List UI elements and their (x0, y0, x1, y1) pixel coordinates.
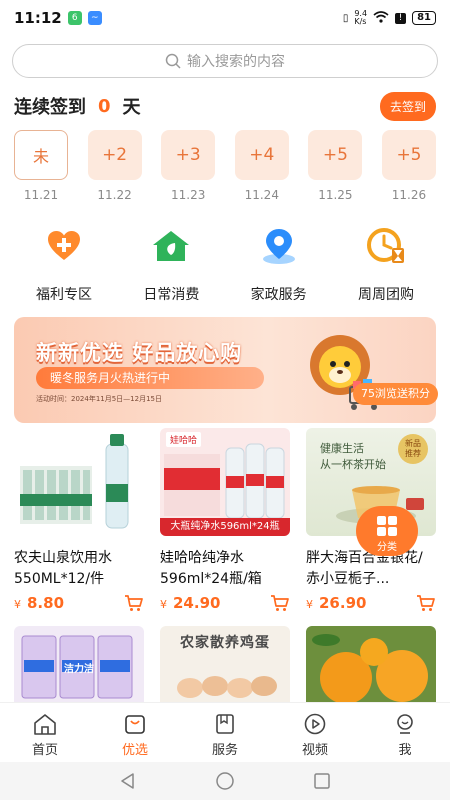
calendar-day-date: 11.22 (97, 188, 132, 202)
banner-headline: 新新优选 好品放心购 (36, 341, 243, 365)
tab-label: 我 (398, 743, 412, 758)
product-card[interactable]: 娃哈哈 大瓶纯净水596ml*24瓶 娃哈哈纯净水596ml*24瓶/箱 ¥24… (160, 428, 290, 612)
product-card[interactable]: 洁力洁 (14, 626, 144, 702)
app-notification-icon: ~ (87, 11, 102, 25)
play-icon (304, 713, 326, 735)
calendar-day-date: 11.23 (171, 188, 206, 202)
calendar-day-value: +4 (234, 130, 289, 180)
grid-icon (377, 516, 397, 536)
product-image: 农家散养鸡蛋 (160, 626, 290, 702)
calendar-day[interactable]: +4 11.24 (234, 130, 289, 202)
product-grid-row-2: 洁力洁 农家散养鸡蛋 (14, 626, 436, 702)
category-welfare[interactable]: 福利专区 (14, 226, 114, 304)
calendar-day-value: +5 (381, 130, 436, 180)
calendar-day-value: +2 (87, 130, 142, 180)
calendar-day[interactable]: +5 11.25 (308, 130, 363, 202)
calendar-day-date: 11.25 (318, 188, 353, 202)
category-label: 福利专区 (36, 287, 92, 303)
house-leaf-icon (153, 231, 190, 261)
checkin-calendar: 未 11.21 +2 11.22 +3 11.23 +4 11.24 +5 11… (14, 130, 436, 202)
category-label: 周周团购 (357, 287, 414, 303)
checkin-days: 0 (98, 95, 111, 117)
person-icon (397, 714, 413, 734)
promo-banner[interactable]: 新新优选 好品放心购 暖冬服务月火热进行中 活动时间：2024年11月5日—12… (14, 317, 436, 423)
product-card[interactable]: 农家散养鸡蛋 (160, 626, 290, 702)
calendar-day[interactable]: +3 11.23 (161, 130, 216, 202)
calendar-day[interactable]: +5 11.26 (381, 130, 436, 202)
checkin-label: 连续签到 (14, 97, 86, 118)
recents-icon[interactable] (313, 772, 331, 790)
calendar-day-value: +3 (161, 130, 216, 180)
product-image (14, 428, 144, 536)
fab-label: 分类 (377, 542, 397, 553)
tab-me[interactable]: 我 (370, 703, 440, 762)
net-speed: 9.4 K/s (354, 9, 368, 26)
tab-label: 服务 (211, 743, 238, 758)
cart-icon[interactable] (124, 594, 144, 612)
tab-featured[interactable]: 优选 (100, 703, 170, 762)
tab-video[interactable]: 视频 (280, 703, 350, 762)
calendar-day-date: 11.24 (244, 188, 279, 202)
product-price: ¥8.80 (14, 594, 65, 612)
calendar-day[interactable]: 未 11.21 (14, 130, 68, 202)
product-card[interactable]: 农夫山泉饮用水550ML*12/件 ¥8.80 (14, 428, 144, 612)
product-title: 娃哈哈纯净水596ml*24瓶/箱 (160, 550, 262, 587)
heart-plus-icon (48, 231, 80, 260)
category-daily[interactable]: 日常消费 (121, 226, 221, 304)
checkin-unit: 天 (122, 97, 141, 118)
tab-home[interactable]: 首页 (10, 703, 80, 762)
calendar-day-date: 11.26 (391, 188, 427, 202)
product-image-caption: 大瓶纯净水596ml*24瓶 (160, 518, 290, 536)
clock-hourglass-icon (366, 228, 404, 263)
calendar-day[interactable]: +2 11.22 (87, 130, 142, 202)
battery-indicator: 81 (412, 11, 436, 25)
category-fab-button[interactable]: 分类 (356, 506, 418, 556)
banner-subtext: 活动时间：2024年11月5日—12月15日 (36, 395, 162, 403)
vibrate-icon: ▯ (342, 12, 349, 24)
product-image-caption: 洁力洁 (64, 664, 94, 675)
bag-icon (125, 715, 145, 734)
home-icon (34, 714, 56, 735)
tab-label: 首页 (31, 743, 58, 758)
search-icon (165, 53, 181, 69)
category-housekeeping[interactable]: 家政服务 (229, 226, 329, 304)
category-label: 家政服务 (250, 287, 307, 303)
calendar-day-value: +5 (308, 130, 363, 180)
checkin-header: 连续签到 0 天 去签到 (14, 91, 436, 121)
back-icon[interactable] (119, 772, 137, 790)
browse-points-pill[interactable]: 75浏览送积分 (353, 383, 438, 405)
tab-service[interactable]: 服务 (190, 703, 260, 762)
system-nav-bar (0, 762, 450, 800)
product-title: 农夫山泉饮用水550ML*12/件 (14, 550, 112, 587)
alert-icon: ! (395, 12, 407, 24)
cart-icon[interactable] (416, 594, 436, 612)
category-group-buy[interactable]: 周周团购 (336, 226, 436, 304)
product-image (306, 626, 436, 702)
calendar-day-date: 11.21 (23, 188, 59, 202)
calendar-day-value: 未 (14, 130, 68, 180)
tab-label: 视频 (301, 743, 328, 758)
search-placeholder: 输入搜索的内容 (187, 54, 285, 70)
product-price: ¥24.90 (160, 594, 221, 612)
category-grid: 福利专区 日常消费 家政服务 周周团购 (14, 226, 436, 304)
notification-icon: 6 (67, 11, 82, 25)
product-card[interactable] (306, 626, 436, 702)
home-nav-icon[interactable] (215, 771, 235, 791)
cart-icon[interactable] (270, 594, 290, 612)
location-pin-icon (262, 229, 295, 264)
status-bar: 11:12 6 ~ ▯ 9.4 K/s ! 81 (0, 0, 450, 36)
product-image: 洁力洁 (14, 626, 144, 702)
product-image: 娃哈哈 大瓶纯净水596ml*24瓶 (160, 428, 290, 536)
wifi-icon (373, 10, 389, 26)
banner-pill: 暖冬服务月火热进行中 (36, 367, 264, 389)
bookmark-icon (216, 714, 234, 734)
bottom-tab-bar: 首页 优选 服务 视频 我 (0, 702, 450, 762)
search-input[interactable]: 输入搜索的内容 (12, 44, 438, 78)
tab-label: 优选 (121, 743, 148, 758)
status-time: 11:12 (14, 9, 62, 27)
checkin-button[interactable]: 去签到 (379, 91, 436, 121)
category-label: 日常消费 (143, 287, 200, 303)
product-price: ¥26.90 (306, 594, 367, 612)
